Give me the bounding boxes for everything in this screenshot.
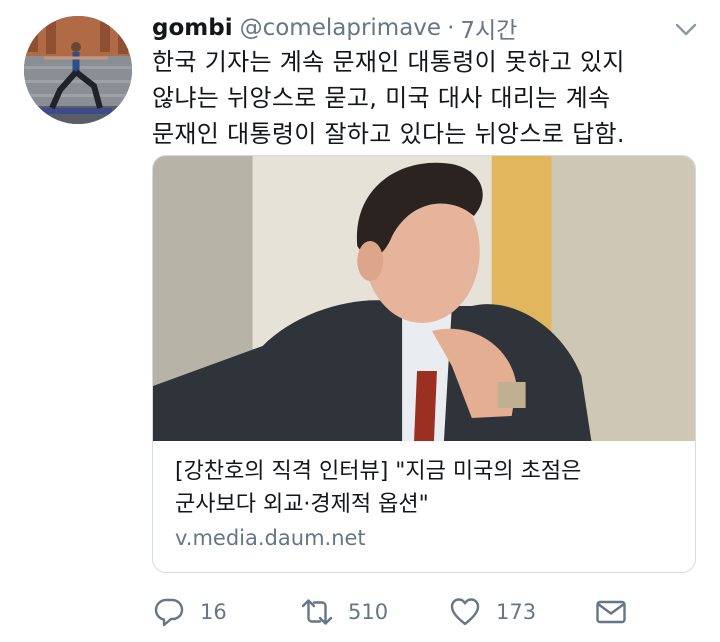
display-name[interactable]: gombi [152,15,233,41]
like-button[interactable]: 173 [448,592,536,632]
retweet-icon [301,599,333,625]
card-image[interactable] [153,156,695,441]
chevron-down-icon[interactable] [674,20,698,40]
retweet-button[interactable]: 510 [300,592,388,632]
separator-dot: · [447,15,455,41]
card-domain: v.media.daum.net [175,526,366,550]
direct-message-button[interactable] [594,592,642,632]
card-title[interactable]: [강찬호의 직격 인터뷰] "지금 미국의 초점은 군사보다 외교·경제적 옵션… [175,455,677,521]
envelope-icon [596,600,626,624]
card-body: [강찬호의 직격 인터뷰] "지금 미국의 초점은 군사보다 외교·경제적 옵션… [153,441,695,550]
like-count: 173 [496,600,537,624]
reply-count: 16 [200,600,227,624]
avatar[interactable] [24,16,132,124]
tweet-text-line: 않냐는 뉘앙스로 묻고, 미국 대사 대리는 계속 [152,84,611,112]
heart-icon [450,598,480,626]
retweet-count: 510 [348,600,389,624]
tweet-text-line: 한국 기자는 계속 문재인 대통령이 못하고 있지 [152,48,625,76]
reply-button[interactable]: 16 [152,592,227,632]
timestamp[interactable]: 7시간 [460,11,517,45]
tweet-text: 한국 기자는 계속 문재인 대통령이 못하고 있지 않냐는 뉘앙스로 묻고, 미… [152,44,700,152]
tweet-text-line: 문재인 대통령이 잘하고 있다는 뉘앙스로 답함. [152,120,625,148]
tweet-actions: 16 510 173 [152,592,700,632]
tweet-header: gombi @comelaprimave · 7시간 [152,12,517,44]
reply-icon [154,598,184,627]
user-handle[interactable]: @comelaprimave [240,15,441,41]
card-title-line: 군사보다 외교·경제적 옵션" [175,492,429,517]
link-card[interactable]: [강찬호의 직격 인터뷰] "지금 미국의 초점은 군사보다 외교·경제적 옵션… [152,155,696,573]
card-title-line: [강찬호의 직격 인터뷰] "지금 미국의 초점은 [175,459,582,484]
